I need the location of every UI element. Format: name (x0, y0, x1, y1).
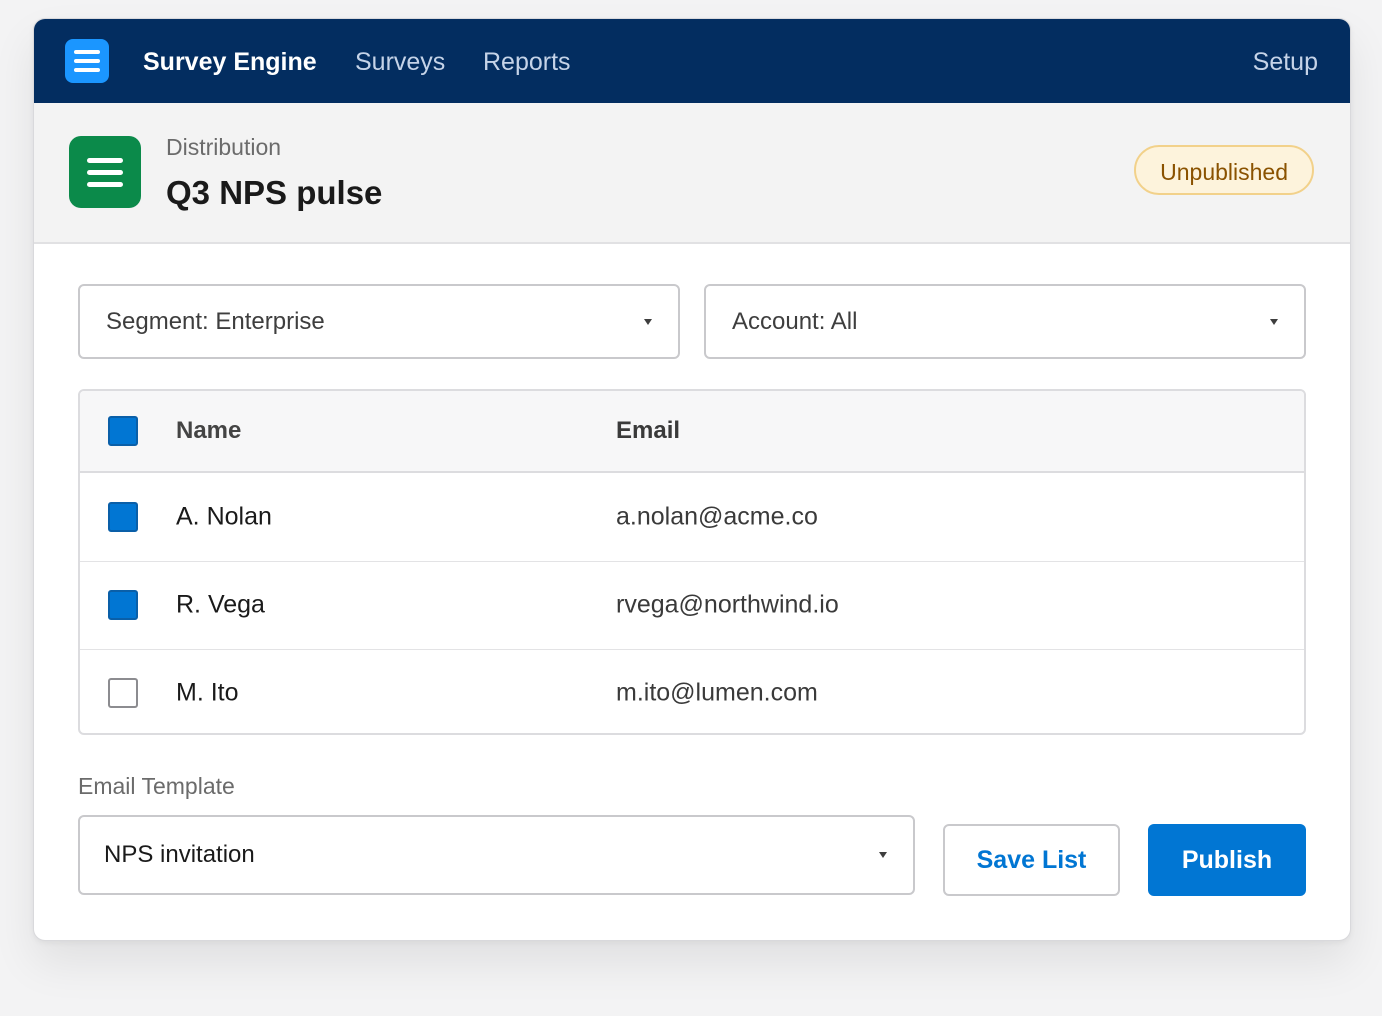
chevron-down-icon (879, 852, 887, 858)
recipients-table: Name Email A. Nolan a.nolan@acme.co R. V… (78, 389, 1306, 735)
app-window: Survey Engine Surveys Reports Setup Dist… (33, 18, 1351, 941)
row-checkbox[interactable] (108, 590, 138, 620)
table-header: Name Email (80, 391, 1304, 473)
select-all-checkbox[interactable] (108, 416, 138, 446)
email-template-select[interactable]: NPS invitation (78, 815, 915, 895)
publish-button[interactable]: Publish (1148, 824, 1306, 896)
row-email: rvega@northwind.io (616, 590, 839, 619)
row-name: M. Ito (176, 678, 239, 707)
chevron-down-icon (1270, 318, 1278, 325)
column-header-email: Email (616, 417, 681, 444)
segment-select-value: Segment: Enterprise (106, 307, 325, 335)
row-name: R. Vega (176, 590, 265, 619)
row-checkbox[interactable] (108, 678, 138, 708)
row-name: A. Nolan (176, 502, 272, 531)
table-row: A. Nolan a.nolan@acme.co (80, 473, 1304, 562)
record-header: Distribution Q3 NPS pulse Unpublished (34, 103, 1350, 244)
app-launcher-icon[interactable] (65, 39, 109, 83)
table-row: M. Ito m.ito@lumen.com (80, 649, 1304, 733)
nav-link-setup[interactable]: Setup (1253, 47, 1318, 77)
column-header-name: Name (176, 417, 242, 444)
row-checkbox[interactable] (108, 502, 138, 532)
page-title: Q3 NPS pulse (166, 174, 383, 211)
chevron-down-icon (644, 318, 652, 325)
record-object-label: Distribution (166, 134, 282, 160)
nav-link-reports[interactable]: Reports (483, 47, 571, 77)
nav-link-surveys[interactable]: Surveys (355, 47, 445, 77)
table-row: R. Vega rvega@northwind.io (80, 561, 1304, 650)
email-template-label: Email Template (78, 773, 235, 799)
row-email: a.nolan@acme.co (616, 502, 818, 531)
segment-select[interactable]: Segment: Enterprise (78, 284, 680, 359)
list-icon (69, 136, 141, 208)
status-badge: Unpublished (1134, 145, 1314, 195)
row-email: m.ito@lumen.com (616, 678, 818, 707)
save-list-button[interactable]: Save List (943, 824, 1120, 896)
top-nav: Survey Engine Surveys Reports Setup (34, 19, 1350, 103)
account-select[interactable]: Account: All (704, 284, 1306, 359)
account-select-value: Account: All (732, 307, 858, 335)
email-template-value: NPS invitation (104, 841, 255, 868)
app-name: Survey Engine (143, 48, 317, 76)
